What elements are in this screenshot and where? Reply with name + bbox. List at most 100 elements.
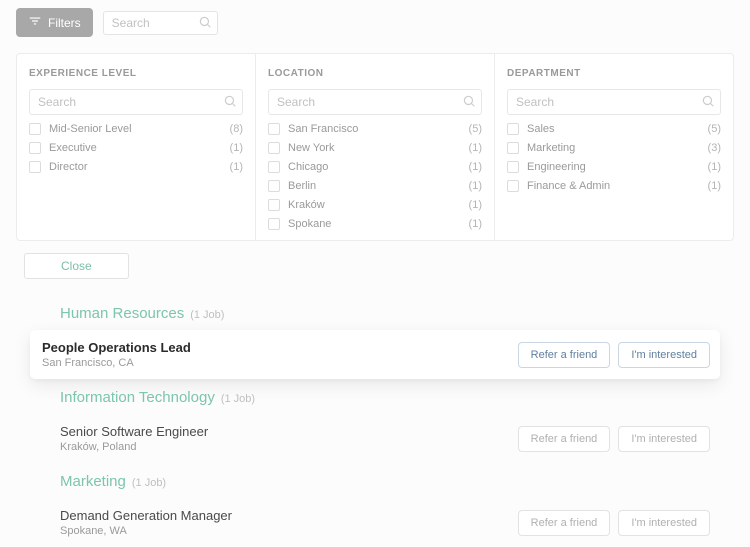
facet-option-label: Berlin [288,180,461,192]
search-icon [462,94,476,113]
refer-friend-button[interactable]: Refer a friend [518,342,611,368]
facet-option-count: (1) [708,180,721,192]
job-card[interactable]: People Operations LeadSan Francisco, CA R… [30,330,720,379]
facet-column: DEPARTMENT Sales(5) Marketing (3) Engineerin… [495,54,733,240]
facet-option-count: (1) [469,199,482,211]
category-count: (1 Job) [132,477,166,489]
checkbox-icon[interactable] [268,142,280,154]
job-card[interactable]: Senior Software Engineer Kraków, Poland Re… [60,414,720,463]
interested-button[interactable]: I'm interested [618,342,710,368]
search-icon [701,94,715,113]
close-row: Close [16,249,734,283]
facet-option[interactable]: Berlin(1) [268,180,482,192]
facet-option-count: (1) [230,142,243,154]
topbar: Filters [0,0,750,45]
search-icon [198,15,212,34]
checkbox-icon[interactable] [268,180,280,192]
facet-option-count: (1) [230,161,243,173]
facet-option-label: Executive [49,142,222,154]
facet-search [29,89,243,115]
facet-option[interactable]: Mid-Senior Level(8) [29,123,243,135]
facet-option[interactable]: San Francisco (5) [268,123,482,135]
checkbox-icon[interactable] [507,161,519,173]
category-name[interactable]: Human Resources [60,305,184,322]
facet-options: Mid-Senior Level(8) Executive (1) Director (… [29,123,243,173]
facet-option[interactable]: Sales(5) [507,123,721,135]
job-actions: Refer a friend I'm interested [518,426,710,452]
close-button[interactable]: Close [24,253,129,279]
facet-option[interactable]: Marketing (3) [507,142,721,154]
search-icon [223,94,237,113]
filters-button[interactable]: Filters [16,8,93,37]
interested-button[interactable]: I'm interested [618,510,710,536]
facet-option-label: Chicago [288,161,461,173]
facet-search [507,89,721,115]
facet-option[interactable]: Executive (1) [29,142,243,154]
facet-option-label: Mid-Senior Level [49,123,222,135]
job-actions: Refer a friend I'm interested [518,510,710,536]
checkbox-icon[interactable] [29,123,41,135]
job-title: Demand Generation Manager [60,508,232,523]
facet-option-label: Marketing [527,142,700,154]
jobs-list: Human Resources (1 Job) People Operations … [0,283,750,547]
job-title: Senior Software Engineer [60,424,208,439]
interested-button[interactable]: I'm interested [618,426,710,452]
facet-heading: LOCATION [268,68,482,79]
job-title: People Operations Lead [42,340,191,355]
category-header: Information Technology (1 Job) [60,389,720,406]
job-location: Kraków, Poland [60,441,208,453]
filter-icon [28,14,42,31]
facet-options: Sales(5)Marketing(3)Engineering(1)Financ… [507,123,721,192]
facet-option[interactable]: Finance & Admin(1) [507,180,721,192]
refer-friend-button[interactable]: Refer a friend [518,426,611,452]
job-actions: Refer a friend I'm interested [518,342,710,368]
global-search [103,11,218,35]
checkbox-icon[interactable] [268,218,280,230]
facet-search-input[interactable] [507,89,721,115]
checkbox-icon[interactable] [29,161,41,173]
checkbox-icon[interactable] [268,123,280,135]
job-location: Spokane, WA [60,525,232,537]
job-info: Senior Software Engineer Kraków, Poland [60,424,208,453]
checkbox-icon[interactable] [268,161,280,173]
facet-column: LOCATIONSan Francisco(5)New York(1)Chica… [256,54,495,240]
filters-label: Filters [48,16,81,30]
job-info: People Operations LeadSan Francisco, CA [42,340,191,369]
facets-panel: EXPERIENCE LEVEL Mid-Senior Level(8) Execu… [16,53,734,241]
category-name[interactable]: Marketing [60,473,126,490]
facet-option-label: Director [49,161,222,173]
category-count: (1 Job) [221,393,255,405]
checkbox-icon[interactable] [268,199,280,211]
facet-option-count: (5) [469,123,482,135]
category-count: (1 Job) [190,309,224,321]
checkbox-icon[interactable] [507,123,519,135]
facet-heading: EXPERIENCE LEVEL [29,68,243,79]
checkbox-icon[interactable] [507,142,519,154]
category-name[interactable]: Information Technology [60,389,215,406]
refer-friend-button[interactable]: Refer a friend [518,510,611,536]
facet-option-count: (1) [469,161,482,173]
facet-search-input[interactable] [29,89,243,115]
facet-option[interactable]: Engineering (1) [507,161,721,173]
facet-option[interactable]: Director (1) [29,161,243,173]
checkbox-icon[interactable] [29,142,41,154]
facet-option-label: Engineering [527,161,700,173]
facet-option-count: (1) [469,218,482,230]
checkbox-icon[interactable] [507,180,519,192]
facet-option[interactable]: Spokane (1) [268,218,482,230]
facet-option[interactable]: Chicago (1) [268,161,482,173]
facet-option[interactable]: Kraków(1) [268,199,482,211]
category-header: Marketing (1 Job) [60,473,720,490]
facet-option-count: (3) [708,142,721,154]
facet-option-label: Spokane [288,218,461,230]
facet-options: San Francisco(5)New York(1)Chicago(1)Ber… [268,123,482,230]
facet-option-count: (1) [708,161,721,173]
job-card[interactable]: Demand Generation Manager Spokane, WA Refe… [60,498,720,547]
facet-heading: DEPARTMENT [507,68,721,79]
facet-search-input[interactable] [268,89,482,115]
facet-search [268,89,482,115]
facet-option-label: Sales [527,123,700,135]
facet-option-label: San Francisco [288,123,461,135]
facet-option[interactable]: New York(1) [268,142,482,154]
facet-option-label: New York [288,142,461,154]
